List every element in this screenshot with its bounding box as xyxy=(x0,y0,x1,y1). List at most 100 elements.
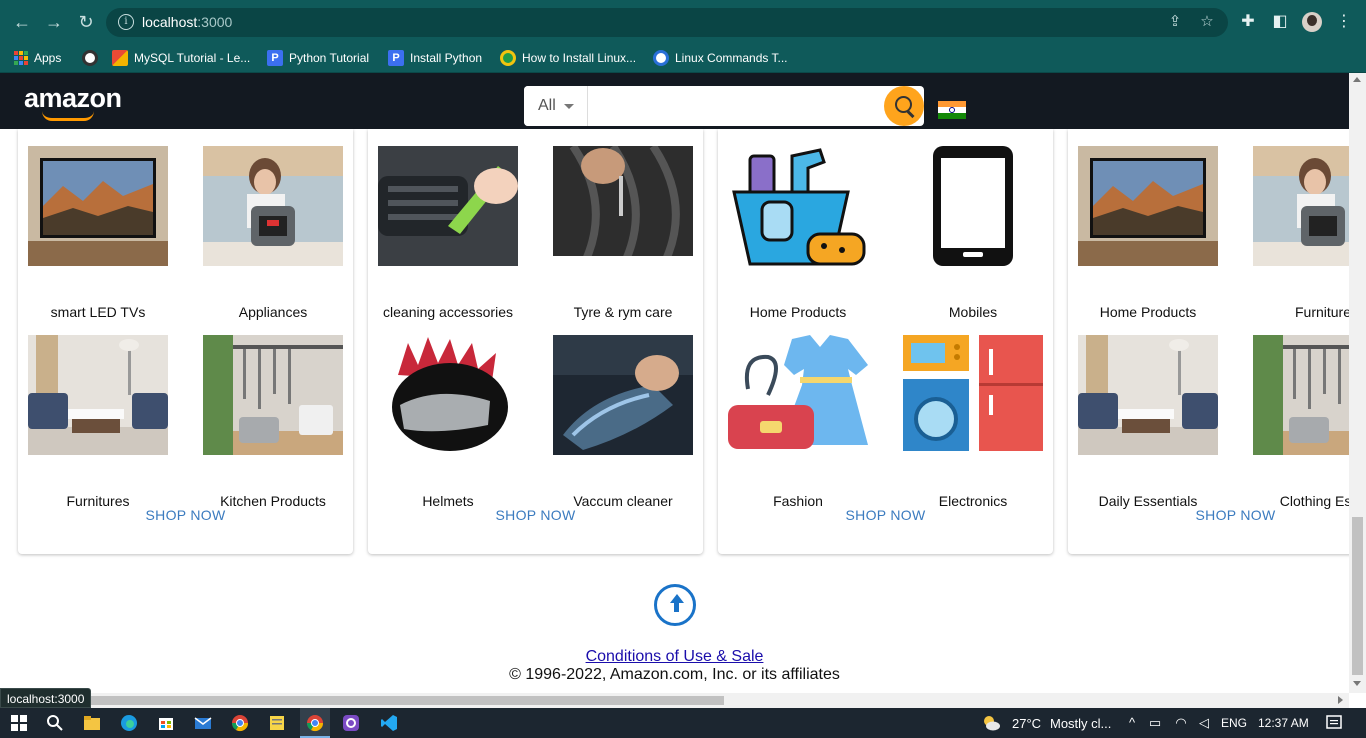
category-card: cleaning accessories Tyre & rym care Hel… xyxy=(368,129,703,554)
chevron-up-icon[interactable]: ^ xyxy=(1123,715,1141,730)
helmet-image xyxy=(378,335,518,455)
bookmark-linux-commands[interactable]: Linux Commands T... xyxy=(653,48,788,68)
category-card: smart LED TVs Appliances Furnitures Kitc… xyxy=(18,129,353,554)
linux-commands-icon xyxy=(653,50,669,66)
dress-bag-icon xyxy=(728,335,868,455)
sofa-image xyxy=(1078,335,1218,455)
wifi-icon[interactable]: ◠ xyxy=(1172,715,1190,731)
bookmark-label: How to Install Linux... xyxy=(522,51,637,65)
pressure-cooker-image xyxy=(1253,146,1349,266)
notifications-icon[interactable] xyxy=(1325,714,1343,732)
kitchen-utensils-image xyxy=(1253,335,1349,455)
tyre-image xyxy=(553,146,693,266)
windows-start-icon[interactable] xyxy=(10,714,28,732)
tile-label: Furniture xyxy=(1294,304,1349,320)
share-icon[interactable]: ⇪ xyxy=(1166,13,1184,31)
tile-label: cleaning accessories xyxy=(383,304,513,320)
clock-time[interactable]: 12:37 AM xyxy=(1258,716,1309,730)
profile-avatar[interactable] xyxy=(1302,12,1322,32)
amazon-smile-icon xyxy=(42,111,94,121)
url-host: localhost xyxy=(142,14,198,30)
url-text: localhost:3000 xyxy=(142,14,232,30)
pressure-cooker-image xyxy=(203,146,343,266)
reload-icon[interactable]: ↻ xyxy=(76,12,96,32)
tile-label: smart LED TVs xyxy=(50,304,146,320)
tile-label: Home Products xyxy=(749,304,847,320)
search-icon[interactable] xyxy=(46,714,64,732)
kitchen-utensils-image xyxy=(203,335,343,455)
scroll-right-arrow-icon[interactable] xyxy=(1338,696,1343,704)
amazon-header: amazon All xyxy=(0,73,1349,129)
category-card: Home Products Furniture Daily Essentials… xyxy=(1068,129,1349,554)
side-panel-icon[interactable]: ◧ xyxy=(1270,12,1290,32)
bookmark-install-python[interactable]: P Install Python xyxy=(388,48,482,68)
sticky-notes-icon[interactable] xyxy=(268,714,286,732)
tv-image xyxy=(1078,146,1218,266)
bookmark-label: Linux Commands T... xyxy=(675,51,788,65)
windows-taskbar: 27°C Mostly cl... ^ ▭ ◠ ◁ ENG 12:37 AM xyxy=(0,708,1366,738)
scroll-down-arrow-icon[interactable] xyxy=(1353,681,1361,686)
tv-image xyxy=(28,146,168,266)
weather-temperature[interactable]: 27°C xyxy=(1012,716,1041,731)
bookmark-globe[interactable] xyxy=(82,48,104,68)
battery-icon[interactable]: ▭ xyxy=(1146,715,1164,731)
forward-arrow-icon[interactable]: → xyxy=(44,12,64,32)
india-flag-icon[interactable] xyxy=(938,101,966,119)
install-linux-icon xyxy=(500,50,516,66)
tile-label: Appliances xyxy=(238,304,308,320)
horizontal-scroll-thumb[interactable] xyxy=(14,696,724,705)
search-button[interactable] xyxy=(884,86,924,126)
weather-partly-cloudy-icon[interactable] xyxy=(982,714,1000,732)
search-category-dropdown[interactable]: All xyxy=(524,86,588,126)
search-input[interactable] xyxy=(588,86,884,126)
bookmark-install-linux[interactable]: How to Install Linux... xyxy=(500,48,636,68)
appliances-icon xyxy=(903,335,1043,455)
file-explorer-icon[interactable] xyxy=(83,714,101,732)
shop-now-link[interactable]: SHOP NOW xyxy=(368,507,703,523)
edge-browser-icon[interactable] xyxy=(120,714,138,732)
apps-grid-icon xyxy=(14,51,28,65)
scroll-to-top-arrow-icon[interactable] xyxy=(654,584,696,626)
bookmarks-bar: Apps MySQL Tutorial - Le... P Python Tut… xyxy=(0,44,1366,73)
vertical-scrollbar[interactable] xyxy=(1349,73,1366,693)
vacuum-image xyxy=(553,335,693,455)
bookmark-label: Install Python xyxy=(410,51,483,65)
horizontal-scrollbar[interactable] xyxy=(0,693,1349,708)
vertical-scroll-thumb[interactable] xyxy=(1352,517,1363,675)
bookmark-label: MySQL Tutorial - Le... xyxy=(134,51,251,65)
store-icon[interactable] xyxy=(157,714,175,732)
bookmark-star-icon[interactable]: ☆ xyxy=(1198,13,1216,31)
extensions-puzzle-icon[interactable]: ✚ xyxy=(1238,12,1258,32)
bookmark-label: Apps xyxy=(34,51,62,65)
site-info-icon[interactable]: i xyxy=(118,14,134,30)
shop-now-link[interactable]: SHOP NOW xyxy=(18,507,353,523)
copyright-text: © 1996-2022, Amazon.com, Inc. or its aff… xyxy=(509,666,840,683)
shop-now-link[interactable]: SHOP NOW xyxy=(718,507,1053,523)
bookmark-mysql-tutorial[interactable]: MySQL Tutorial - Le... xyxy=(112,48,250,68)
bookmark-apps[interactable]: Apps xyxy=(14,48,61,68)
weather-description[interactable]: Mostly cl... xyxy=(1050,716,1111,731)
language-indicator[interactable]: ENG xyxy=(1221,716,1247,730)
address-bar[interactable]: i localhost:3000 ⇪ ☆ xyxy=(106,8,1228,37)
conditions-of-use-link[interactable]: Conditions of Use & Sale xyxy=(0,648,1349,666)
scroll-up-arrow-icon[interactable] xyxy=(1353,77,1361,82)
url-port: :3000 xyxy=(197,14,233,30)
mail-icon[interactable] xyxy=(194,714,212,732)
vscode-icon[interactable] xyxy=(380,714,398,732)
shop-now-link[interactable]: SHOP NOW xyxy=(1068,507,1349,523)
mysql-tutorial-icon xyxy=(112,50,128,66)
mobile-phone-icon xyxy=(903,146,1043,266)
volume-icon[interactable]: ◁ xyxy=(1195,715,1213,731)
bookmark-python-tutorial[interactable]: P Python Tutorial xyxy=(267,48,369,68)
chrome-icon[interactable] xyxy=(231,714,249,732)
active-chrome-taskbar-item[interactable] xyxy=(300,708,330,738)
install-python-icon: P xyxy=(388,50,404,66)
back-arrow-icon[interactable]: ← xyxy=(12,12,32,32)
tile-label: Home Products xyxy=(1099,304,1197,320)
tile-label: Tyre & rym care xyxy=(573,304,673,320)
globe-icon xyxy=(82,50,98,66)
amazon-logo[interactable]: amazon xyxy=(24,83,122,114)
sofa-image xyxy=(28,335,168,455)
menu-kebab-icon[interactable]: ⋮ xyxy=(1334,12,1354,32)
github-desktop-icon[interactable] xyxy=(342,714,360,732)
